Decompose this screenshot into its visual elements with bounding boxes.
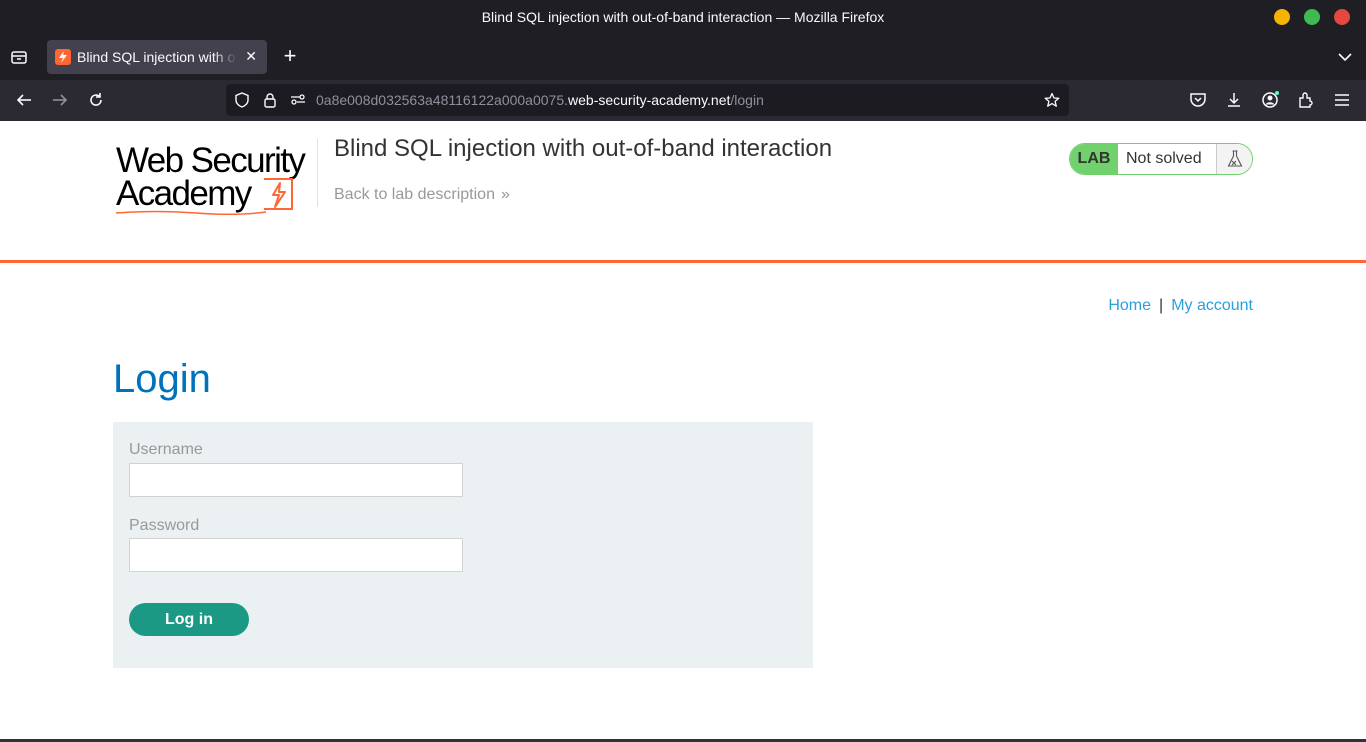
bookmark-star-icon[interactable] (1044, 92, 1060, 108)
download-icon[interactable] (1224, 90, 1244, 110)
permissions-icon[interactable] (290, 92, 306, 108)
lab-state-text: Not solved (1126, 150, 1202, 167)
web-page: Web Security Academy Blind SQL injection… (0, 121, 1366, 742)
navigation-toolbar: 0a8e008d032563a48116122a000a0075.web-sec… (0, 80, 1366, 121)
url-path: /login (730, 92, 764, 108)
my-account-link[interactable]: My account (1171, 297, 1253, 314)
forward-arrow-icon[interactable] (50, 90, 70, 110)
lab-status-widget: LAB Not solved (1069, 143, 1253, 175)
close-window-button[interactable] (1334, 9, 1350, 25)
extensions-icon[interactable] (1296, 90, 1316, 110)
lock-icon[interactable] (262, 92, 278, 108)
url-text[interactable]: 0a8e008d032563a48116122a000a0075.web-sec… (316, 92, 764, 108)
chevron-down-icon[interactable] (1336, 50, 1354, 64)
nav-separator: | (1159, 297, 1164, 314)
url-bar[interactable]: 0a8e008d032563a48116122a000a0075.web-sec… (226, 84, 1069, 116)
minimize-button[interactable] (1274, 9, 1290, 25)
page-title: Login (113, 357, 211, 401)
lightning-favicon-icon (55, 49, 71, 65)
menu-hamburger-icon[interactable] (1332, 90, 1352, 110)
web-security-academy-logo[interactable]: Web Security Academy (116, 141, 316, 216)
username-label: Username (129, 441, 203, 458)
top-navigation: Home | My account (1108, 297, 1253, 315)
home-link[interactable]: Home (1108, 297, 1151, 314)
logo-line2: Academy (116, 174, 252, 213)
back-to-lab-description-link[interactable]: Back to lab description » (334, 186, 510, 204)
log-in-button[interactable]: Log in (129, 603, 249, 636)
tab-label: Blind SQL injection with out-of-band int… (77, 49, 237, 65)
lab-badge: LAB (1070, 144, 1118, 174)
tab-active[interactable]: Blind SQL injection with out-of-band int… (47, 40, 267, 74)
logo-underline-icon (116, 210, 266, 216)
tab-list-icon[interactable] (10, 48, 28, 66)
flask-icon (1216, 144, 1252, 174)
password-input[interactable] (129, 538, 463, 572)
tab-close-icon[interactable]: ✕ (245, 48, 257, 65)
logo-bolt-icon (264, 178, 293, 210)
username-input[interactable] (129, 463, 463, 497)
url-prefix: 0a8e008d032563a48116122a000a0075. (316, 92, 569, 108)
maximize-button[interactable] (1304, 9, 1320, 25)
back-arrow-icon[interactable] (14, 90, 34, 110)
double-chevron-right-icon: » (500, 186, 510, 203)
account-icon[interactable] (1260, 90, 1280, 110)
tab-bar: Blind SQL injection with out-of-band int… (0, 34, 1366, 80)
window-title: Blind SQL injection with out-of-band int… (481, 9, 885, 25)
lab-title: Blind SQL injection with out-of-band int… (334, 135, 833, 162)
password-label: Password (129, 517, 200, 534)
reload-icon[interactable] (86, 90, 106, 110)
academy-header: Web Security Academy Blind SQL injection… (0, 121, 1366, 263)
pocket-icon[interactable] (1188, 90, 1208, 110)
new-tab-plus-icon[interactable]: + (280, 45, 300, 67)
login-form: Username Password Log in (113, 422, 813, 668)
header-divider (317, 139, 318, 207)
url-host: web-security-academy.net (568, 92, 731, 108)
back-link-label: Back to lab description (334, 186, 495, 203)
shield-icon[interactable] (234, 92, 250, 108)
window-titlebar: Blind SQL injection with out-of-band int… (0, 0, 1366, 34)
